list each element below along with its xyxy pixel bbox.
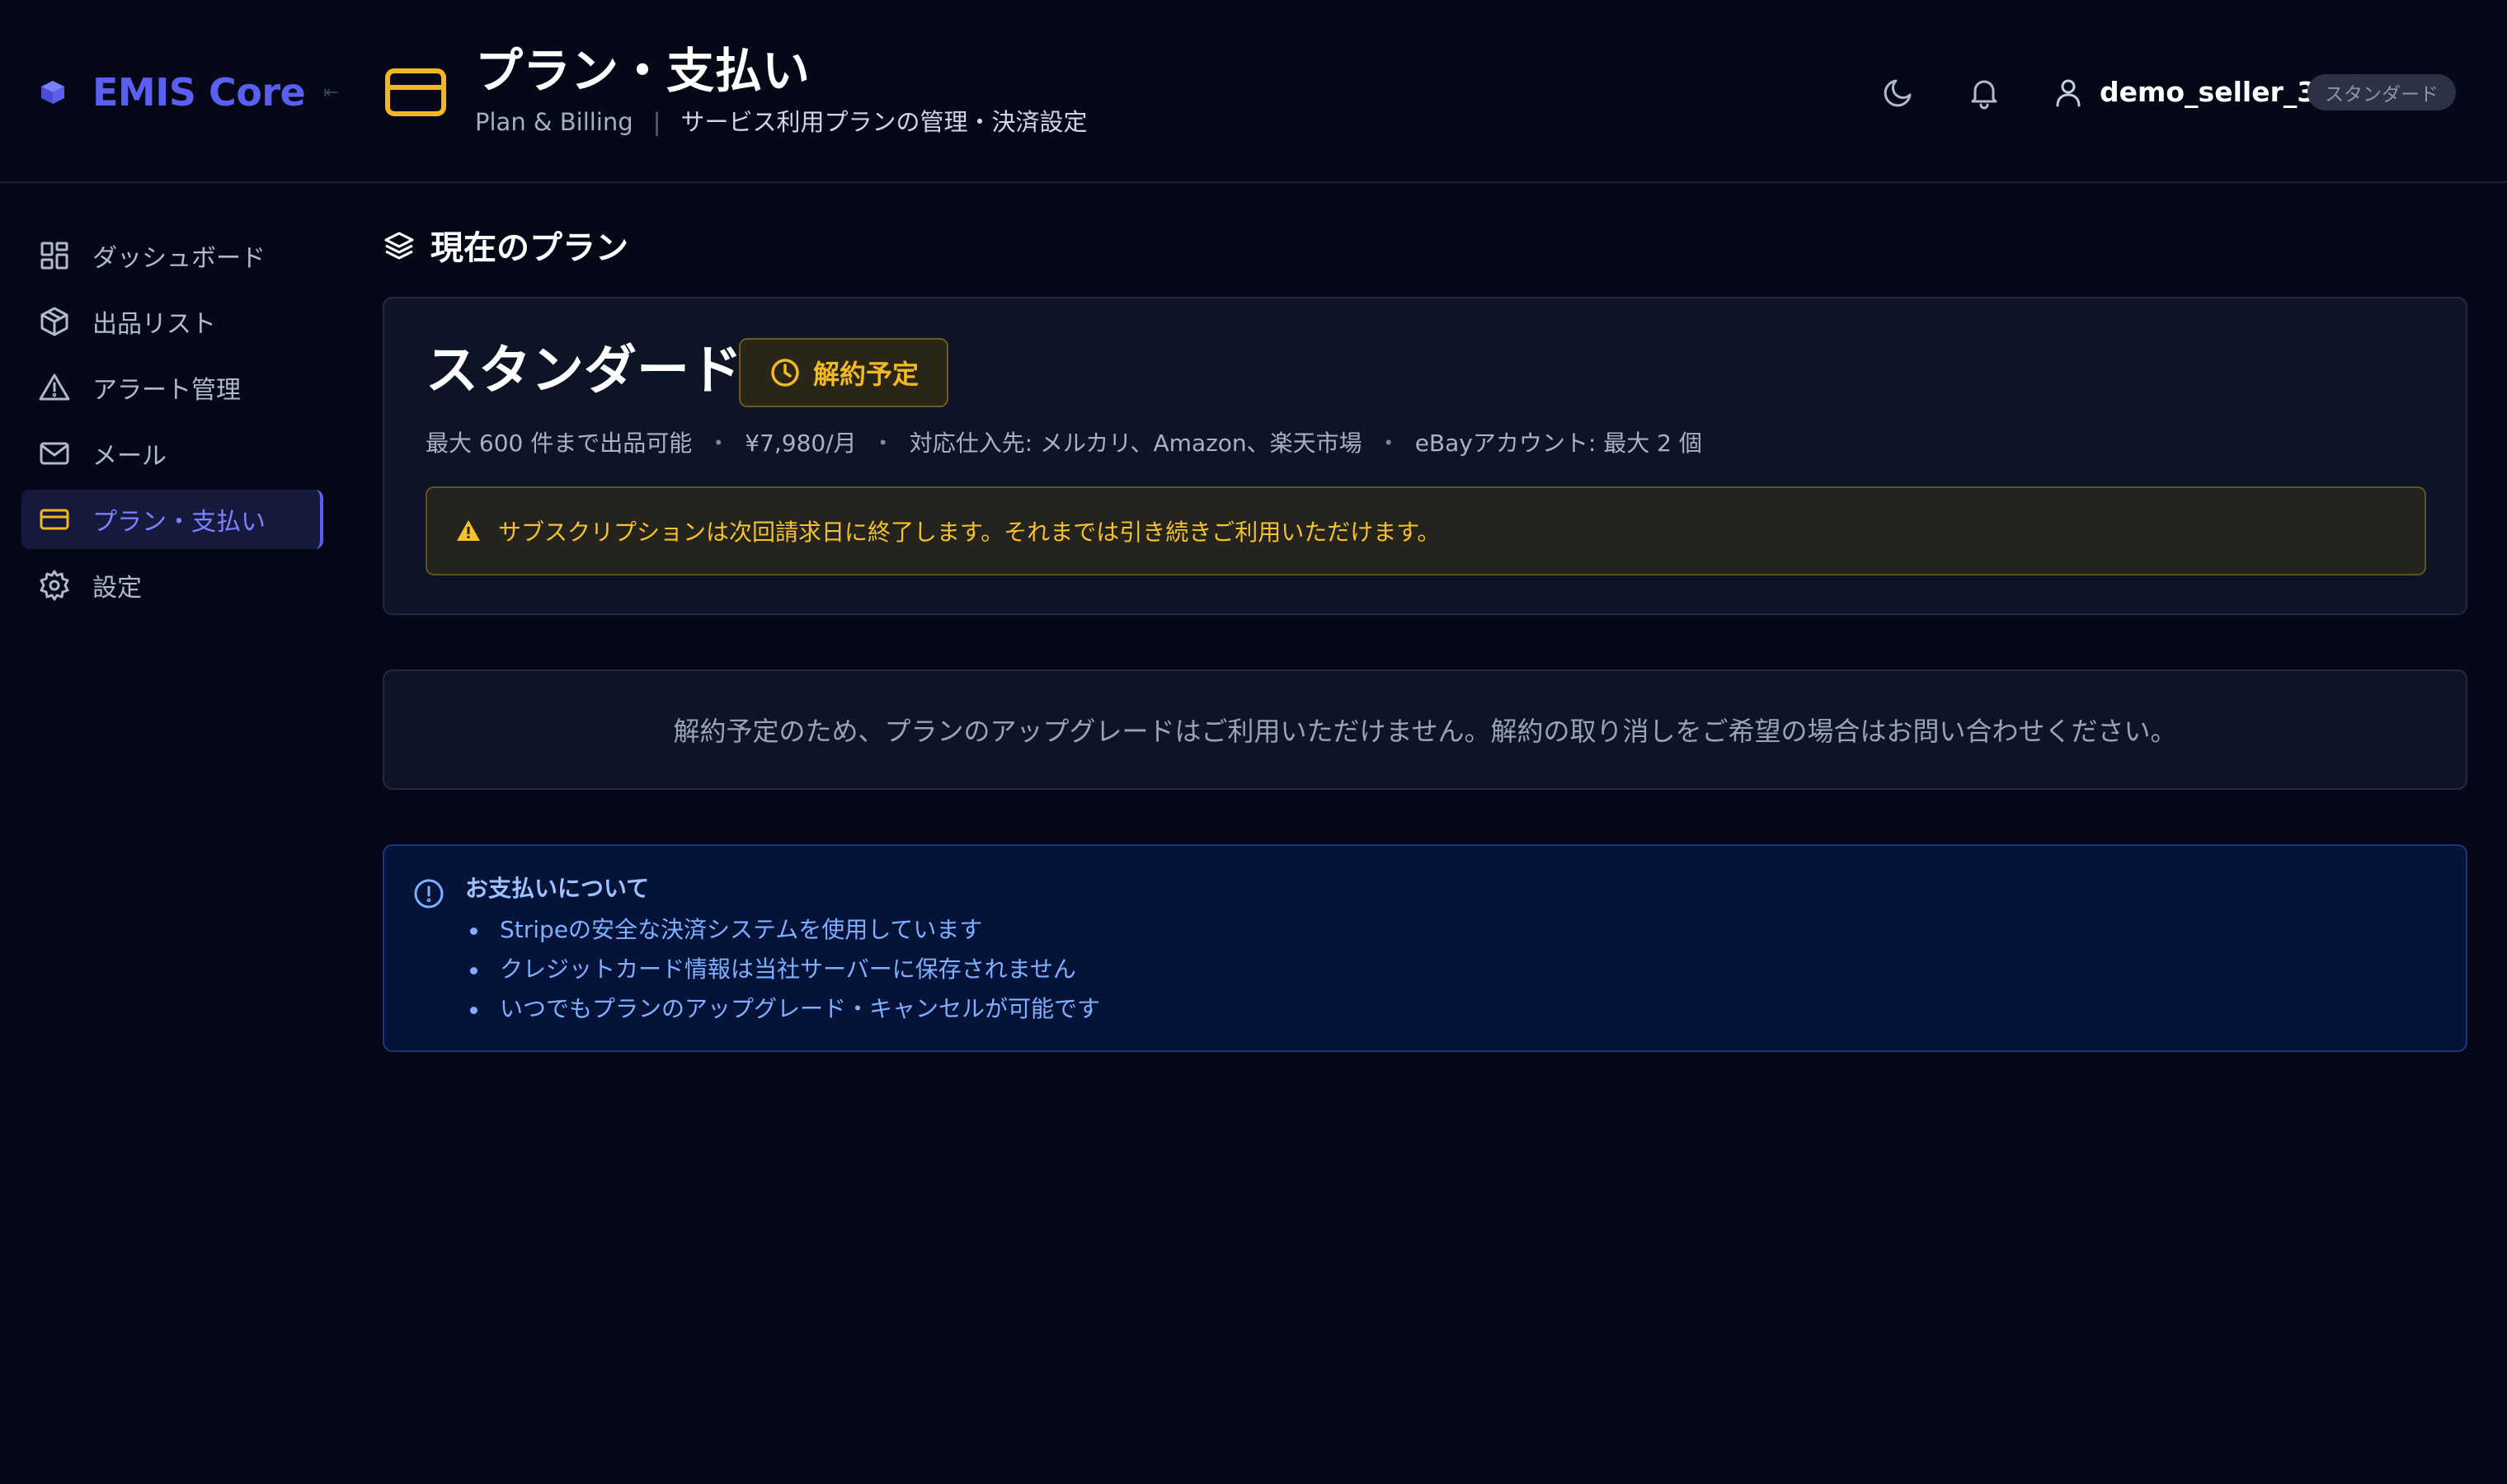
moon-icon[interactable] [1880,74,1917,110]
payment-info-card: お支払いについて Stripeの安全な決済システムを使用しています クレジットカ… [383,844,2467,1052]
sidebar-item-label: プラン・支払い [92,508,266,537]
sidebar-item-label: 設定 [92,574,142,603]
plan-price: ¥7,980/月 [745,430,857,457]
badge-label: 解約予定 [812,359,919,390]
meta-separator: ・ [1376,430,1400,457]
plan-limit: 最大 600 件まで出品可能 [426,430,693,457]
sidebar-item-listings[interactable]: 出品リスト [21,292,323,351]
section-title-text: 現在のプラン [430,229,628,267]
credit-card-icon [384,68,447,117]
cancellation-scheduled-badge: 解約予定 [739,338,948,407]
section-title-current-plan: 現在のプラン [383,221,628,269]
plan-badge: スタンダード [2307,74,2456,110]
list-item: Stripeの安全な決済システムを使用しています [465,910,1100,950]
payment-info-list: Stripeの安全な決済システムを使用しています クレジットカード情報は当社サー… [465,910,1100,1029]
sidebar-item-label: ダッシュボード [92,244,266,273]
payment-info-title: お支払いについて [465,875,650,902]
alert-triangle-icon [38,371,71,404]
layers-icon [383,228,416,261]
page-subtitle-ja: サービス利用プランの管理・決済設定 [680,108,1088,136]
info-icon [412,877,445,910]
subtitle-separator: | [652,108,661,136]
sidebar-collapse-icon[interactable]: ⇤ [323,82,338,103]
brand-name: EMIS Core [92,70,306,115]
page-subtitle: Plan & Billing | サービス利用プランの管理・決済設定 [475,106,1087,139]
sidebar-item-label: アラート管理 [92,376,241,405]
warning-text: サブスクリプションは次回請求日に終了します。それまでは引き続きご利用いただけます… [498,519,1441,546]
sidebar-item-alerts[interactable]: アラート管理 [21,358,323,417]
meta-separator: ・ [707,430,731,457]
list-item: いつでもプランのアップグレード・キャンセルが可能です [465,989,1100,1029]
package-icon [38,305,71,338]
upgrade-unavailable-notice: 解約予定のため、プランのアップグレードはご利用いただけません。解約の取り消しをご… [383,669,2467,790]
sidebar-item-mail[interactable]: メール [21,424,323,483]
sidebar-item-dashboard[interactable]: ダッシュボード [21,226,323,285]
plan-name: スタンダード [426,340,742,402]
plan-suppliers: 対応仕入先: メルカリ、Amazon、楽天市場 [909,430,1362,457]
gear-icon [38,569,71,602]
meta-separator: ・ [871,430,895,457]
plan-ebay-accounts: eBayアカウント: 最大 2 個 [1414,430,1702,457]
credit-card-icon [38,503,71,536]
subscription-warning: サブスクリプションは次回請求日に終了します。それまでは引き続きご利用いただけます… [426,486,2426,575]
clock-icon [769,356,802,389]
notice-text: 解約予定のため、プランのアップグレードはご利用いただけません。解約の取り消しをご… [673,716,2177,747]
plan-details: 最大 600 件まで出品可能・ ¥7,980/月・対応仕入先: メルカリ、Amaz… [426,425,1702,462]
sidebar-item-label: 出品リスト [92,310,216,339]
page-title: プラン・支払い [475,43,811,99]
mail-icon [38,437,71,470]
user-icon[interactable] [2052,76,2085,109]
top-header: EMIS Core ⇤ プラン・支払い Plan & Billing | サービス利… [0,0,2507,183]
brand[interactable]: EMIS Core ⇤ [36,66,339,119]
sidebar: ダッシュボード 出品リスト アラート管理 メール プラン・支払い 設定 [0,185,346,1484]
list-item: クレジットカード情報は当社サーバーに保存されません [465,950,1100,989]
username[interactable]: demo_seller_3 [2100,73,2316,112]
warning-icon [455,518,482,544]
sidebar-item-settings[interactable]: 設定 [21,556,323,615]
cube-logo-icon [36,76,69,109]
page-subtitle-en: Plan & Billing [475,108,633,136]
sidebar-item-plan-billing[interactable]: プラン・支払い [21,490,323,549]
sidebar-item-label: メール [92,442,167,471]
dashboard-icon [38,239,71,272]
current-plan-card: スタンダード 解約予定 最大 600 件まで出品可能・ ¥7,980/月・対応仕入… [383,297,2467,615]
bell-icon[interactable] [1966,74,2002,110]
